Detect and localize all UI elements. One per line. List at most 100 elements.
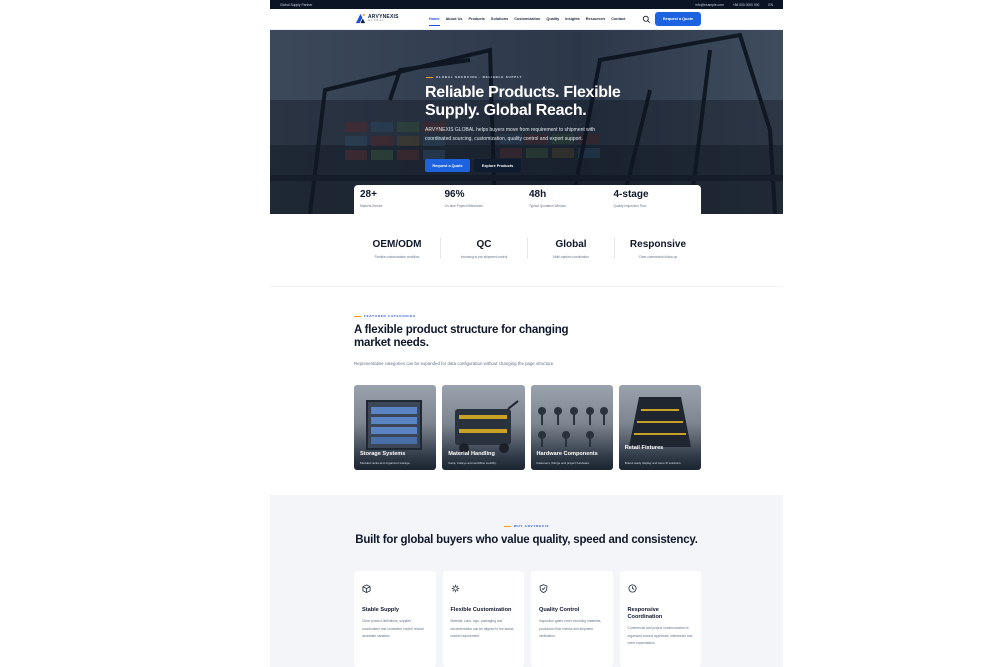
logo-subtitle: GLOBAL	[368, 18, 385, 22]
eyebrow-accent-line	[426, 76, 433, 78]
hero-title: Reliable Products. Flexible Supply. Glob…	[425, 84, 621, 119]
stat-item: 96% On-time Project Milestones	[444, 189, 529, 214]
box-icon	[362, 584, 371, 594]
stat-value: 48h	[529, 189, 547, 200]
category-card-desc: Brand-ready display and store fit soluti…	[624, 460, 682, 465]
why-eyebrow-text: WHY ARVYNEXIS	[513, 524, 550, 528]
gear-icon	[451, 584, 459, 593]
logo-mark-icon	[355, 13, 366, 24]
capability-label: Multi-market coordination	[553, 255, 589, 259]
category-card-title: Hardware Components	[536, 451, 598, 457]
capability-label: Incoming to pre-shipment control	[460, 255, 508, 259]
nav-solutions[interactable]: Solutions	[491, 17, 508, 21]
request-quote-button[interactable]: Request a Quote	[655, 12, 701, 26]
capability-value: OEM/ODM	[372, 239, 422, 250]
why-card-stable-supply: Stable Supply Clear product definitions,…	[354, 571, 436, 667]
category-card-desc: Modular racks and organized storage.	[360, 460, 411, 465]
brand-logo[interactable]: ARVYNEXIS GLOBAL	[355, 13, 399, 24]
nav-products[interactable]: Products	[468, 17, 484, 21]
capability-value: Responsive	[629, 239, 687, 250]
category-card-hardware-components[interactable]: Hardware Components Fasteners, fittings …	[530, 385, 613, 470]
language-switcher[interactable]: EN	[768, 3, 773, 7]
stat-label: On-time Project Milestones	[444, 204, 483, 208]
top-utility-bar: Global Supply Partner info@example.com +…	[270, 0, 783, 9]
stat-label: Quality Inspection Flow	[613, 204, 647, 208]
capabilities-row: OEM/ODM Flexible customization workflow …	[354, 238, 701, 259]
why-card-title: Quality Control	[539, 607, 580, 613]
tagline: Global Supply Partner	[280, 2, 313, 7]
category-card-storage-systems[interactable]: Storage Systems Modular racks and organi…	[354, 385, 437, 470]
eyebrow-accent-line	[503, 525, 511, 527]
category-cards: Storage Systems Modular racks and organi…	[354, 385, 701, 470]
featured-eyebrow: FEATURED CATEGORIES	[354, 314, 416, 318]
capability-label: Flexible customization workflow	[374, 255, 420, 259]
why-card-desc: Commercial and project communication is …	[627, 626, 693, 646]
stat-value: 4-stage	[613, 189, 649, 200]
stat-item: 4-stage Quality Inspection Flow	[613, 189, 698, 214]
nav-insights[interactable]: Insights	[565, 17, 580, 21]
section-divider	[270, 286, 783, 287]
capability-value: Global	[555, 239, 587, 250]
nav-quality[interactable]: Quality	[546, 17, 559, 21]
why-title: Built for global buyers who value qualit…	[355, 534, 698, 546]
why-card-title: Responsive Coordination	[627, 607, 663, 620]
stats-card: 28+ Markets Served 96% On-time Project M…	[354, 185, 701, 214]
why-card-responsive-coordination: Responsive Coordination Commercial and p…	[619, 571, 701, 667]
nav-home[interactable]: Home	[429, 17, 440, 26]
featured-title: A flexible product structure for changin…	[354, 324, 569, 349]
capability-value: QC	[476, 239, 492, 250]
stat-item: 28+ Markets Served	[359, 189, 444, 214]
stat-value: 96%	[444, 189, 465, 200]
hero-description: ARVYNEXIS GLOBAL helps buyers move from …	[425, 127, 596, 142]
why-card-quality-control: Quality Control Inspection gates cover i…	[531, 571, 613, 667]
hero-request-quote-button[interactable]: Request a Quote	[425, 159, 470, 172]
category-card-title: Storage Systems	[360, 451, 406, 457]
hero-eyebrow: GLOBAL SOURCING · RELIABLE SUPPLY	[426, 75, 522, 79]
why-card-title: Flexible Customization	[450, 607, 512, 613]
page: Global Supply Partner info@example.com +…	[270, 0, 783, 667]
category-card-retail-fixtures[interactable]: Retail Fixtures Brand-ready display and …	[618, 385, 701, 470]
site-header: ARVYNEXIS GLOBAL Home About Us Products …	[270, 9, 783, 30]
shield-check-icon	[539, 584, 548, 593]
utility-cart-image	[455, 400, 519, 453]
hardware-bolts-image	[537, 407, 608, 447]
category-card-title: Retail Fixtures	[624, 445, 664, 451]
capability-item: Global Multi-market coordination	[527, 238, 614, 259]
featured-eyebrow-text: FEATURED CATEGORIES	[364, 314, 416, 318]
nav-contact[interactable]: Contact	[611, 17, 625, 21]
storage-rack-image	[366, 400, 422, 450]
why-section: WHY ARVYNEXIS Built for global buyers wh…	[270, 495, 783, 667]
stat-value: 28+	[360, 189, 377, 200]
retail-fixture-image	[628, 397, 691, 447]
category-card-material-handling[interactable]: Material Handling Carts, trolleys and wo…	[442, 385, 525, 470]
search-icon[interactable]	[642, 15, 651, 24]
explore-products-button[interactable]: Explore Products	[474, 159, 521, 172]
clock-icon	[627, 584, 637, 593]
nav-resources[interactable]: Resources	[586, 17, 605, 21]
why-card-desc: Inspection gates cover incoming material…	[539, 619, 602, 639]
category-card-desc: Carts, trolleys and workflow mobility.	[448, 460, 497, 465]
category-card-desc: Fasteners, fittings and project hardware…	[536, 460, 591, 465]
why-card-desc: Clear product definitions, supplier coor…	[362, 619, 424, 639]
hero-eyebrow-text: GLOBAL SOURCING · RELIABLE SUPPLY	[436, 75, 523, 79]
capability-item: QC Incoming to pre-shipment control	[440, 238, 527, 259]
contact-phone-link[interactable]: +86 000 0000 000	[733, 3, 760, 7]
why-cards: Stable Supply Clear product definitions,…	[354, 571, 701, 667]
eyebrow-accent-line	[354, 315, 361, 317]
stat-item: 48h Typical Quotation Window	[528, 189, 613, 214]
nav-customization[interactable]: Customization	[514, 17, 540, 21]
nav-about-us[interactable]: About Us	[446, 17, 463, 21]
main-nav: Home About Us Products Solutions Customi…	[429, 17, 625, 26]
contact-email-link[interactable]: info@example.com	[695, 3, 723, 7]
why-eyebrow: WHY ARVYNEXIS	[270, 524, 783, 528]
why-card-desc: Material, color, logo, packaging and doc…	[450, 619, 514, 639]
stat-label: Typical Quotation Window	[529, 204, 566, 208]
stat-label: Markets Served	[360, 204, 383, 208]
capability-item: OEM/ODM Flexible customization workflow	[354, 238, 440, 259]
why-card-title: Stable Supply	[362, 607, 399, 613]
category-card-title: Material Handling	[448, 451, 495, 457]
capability-item: Responsive Clear commercial follow-up	[614, 238, 701, 259]
why-card-flexible-customization: Flexible Customization Material, color, …	[442, 571, 524, 667]
featured-description: Representative categories can be expande…	[354, 361, 555, 366]
capability-label: Clear commercial follow-up	[638, 255, 678, 259]
